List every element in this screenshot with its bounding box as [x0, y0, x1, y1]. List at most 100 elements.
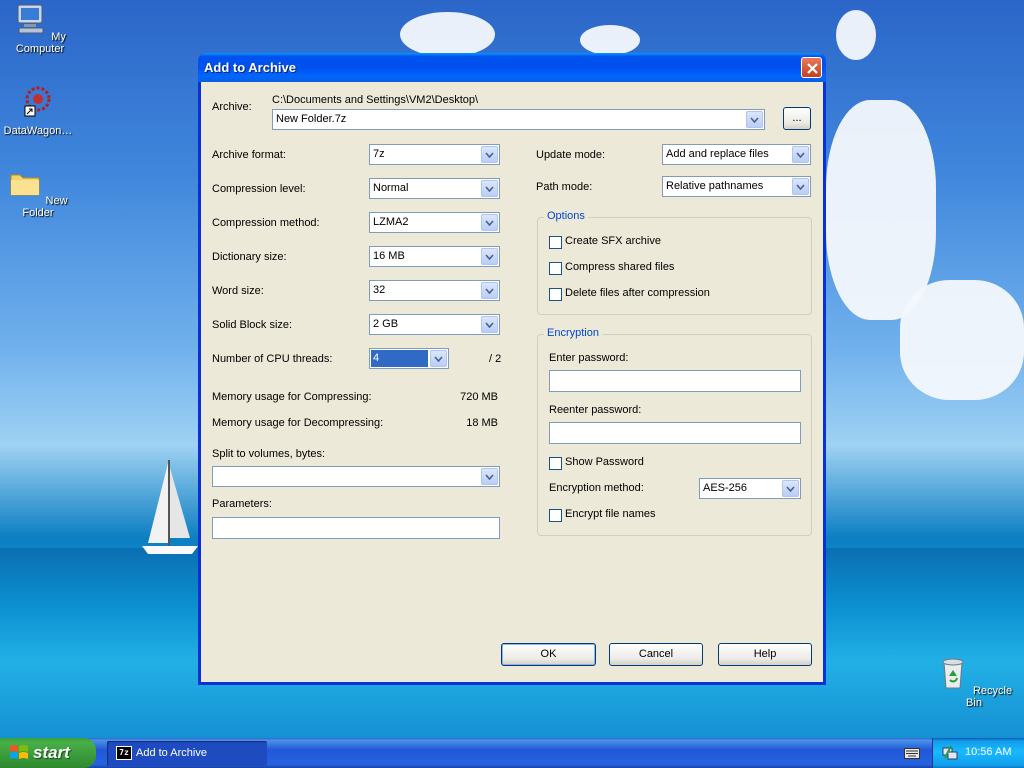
compression-level-select[interactable]: Normal: [369, 178, 500, 199]
chevron-down-icon[interactable]: [782, 480, 799, 497]
dictionary-size-select[interactable]: 16 MB: [369, 246, 500, 267]
desktop-icon-recycle-bin[interactable]: Recycle Bin: [934, 656, 1014, 709]
password-input[interactable]: [549, 370, 801, 392]
update-mode-select[interactable]: Add and replace files: [662, 144, 811, 165]
cloud-decoration: [826, 100, 936, 320]
memory-decompress-value: 18 MB: [466, 417, 498, 429]
update-mode-value: Add and replace files: [666, 148, 769, 160]
encrypt-names-label: Encrypt file names: [565, 508, 656, 520]
compression-method-value: LZMA2: [373, 216, 409, 228]
keyboard-icon[interactable]: [904, 748, 920, 759]
word-size-value: 32: [373, 284, 386, 296]
update-mode-label: Update mode:: [536, 149, 606, 161]
close-button[interactable]: [801, 57, 822, 78]
cloud-decoration: [400, 12, 495, 57]
create-sfx-checkbox[interactable]: [549, 236, 562, 249]
desktop-icon-label: DataWagon…: [3, 125, 73, 137]
taskbar-item-add-to-archive[interactable]: 7z Add to Archive: [107, 741, 267, 766]
archive-format-select[interactable]: 7z: [369, 144, 500, 165]
memory-compress-label: Memory usage for Compressing:: [212, 391, 372, 403]
folder-icon: [10, 174, 40, 196]
memory-compress-value: 720 MB: [460, 391, 498, 403]
archive-name-combo[interactable]: New Folder.7z: [272, 109, 765, 130]
desktop-icon-label: Recycle Bin: [966, 685, 1013, 709]
chevron-down-icon[interactable]: [481, 468, 498, 485]
compression-level-label: Compression level:: [212, 183, 306, 195]
chevron-down-icon[interactable]: [481, 146, 498, 163]
chevron-down-icon[interactable]: [792, 178, 809, 195]
start-button[interactable]: start: [0, 738, 96, 768]
cpu-threads-max: / 2: [489, 353, 502, 365]
reenter-password-input[interactable]: [549, 422, 801, 444]
word-size-select[interactable]: 32: [369, 280, 500, 301]
start-label: start: [33, 743, 70, 762]
solid-block-size-label: Solid Block size:: [212, 319, 293, 331]
parameters-label: Parameters:: [212, 498, 272, 510]
computer-icon: [17, 4, 44, 34]
desktop-icon-new-folder[interactable]: New Folder: [0, 166, 78, 219]
parameters-input[interactable]: [212, 517, 500, 539]
archive-name-value: New Folder.7z: [276, 113, 347, 125]
encryption-method-value: AES-256: [703, 482, 748, 494]
encryption-legend: Encryption: [544, 327, 602, 339]
desktop-icon-datawagon[interactable]: DataWagon…: [0, 84, 78, 137]
cpu-threads-value: 4: [371, 350, 428, 367]
dictionary-size-label: Dictionary size:: [212, 251, 287, 263]
chevron-down-icon[interactable]: [481, 214, 498, 231]
encryption-group: Encryption Enter password: Reenter passw…: [537, 327, 812, 536]
options-legend: Options: [544, 210, 588, 222]
sailboat-decoration: [142, 460, 198, 554]
encryption-method-label: Encryption method:: [549, 482, 644, 494]
help-button[interactable]: Help: [718, 643, 812, 666]
network-icon[interactable]: [942, 745, 958, 761]
split-volumes-combo[interactable]: [212, 466, 500, 487]
chevron-down-icon[interactable]: [481, 180, 498, 197]
path-mode-label: Path mode:: [536, 181, 593, 193]
dictionary-size-value: 16 MB: [373, 250, 405, 262]
compression-method-select[interactable]: LZMA2: [369, 212, 500, 233]
archive-format-value: 7z: [373, 148, 385, 160]
chevron-down-icon[interactable]: [481, 282, 498, 299]
chevron-down-icon[interactable]: [792, 146, 809, 163]
taskbar-item-label: Add to Archive: [136, 747, 207, 759]
memory-decompress-label: Memory usage for Decompressing:: [212, 417, 384, 429]
add-to-archive-dialog: Add to Archive Archive: C:\Documents and…: [198, 53, 826, 685]
chevron-down-icon[interactable]: [430, 350, 447, 367]
system-tray: 10:56 AM: [932, 738, 1024, 768]
chevron-down-icon[interactable]: [481, 316, 498, 333]
desktop-icon-my-computer[interactable]: My Computer: [0, 2, 80, 55]
cloud-decoration: [580, 25, 640, 55]
recycle-bin-icon: [942, 658, 964, 689]
compression-level-value: Normal: [373, 182, 409, 194]
clock[interactable]: 10:56 AM: [965, 746, 1011, 758]
compress-shared-label: Compress shared files: [565, 261, 675, 273]
browse-button[interactable]: ...: [783, 107, 811, 130]
window-title: Add to Archive: [204, 60, 296, 75]
archive-label: Archive:: [212, 101, 252, 113]
options-group: Options Create SFX archive Compress shar…: [537, 210, 812, 315]
encryption-method-select[interactable]: AES-256: [699, 478, 801, 499]
path-mode-select[interactable]: Relative pathnames: [662, 176, 811, 197]
chevron-down-icon[interactable]: [746, 111, 763, 128]
show-password-label: Show Password: [565, 456, 644, 468]
cpu-threads-select[interactable]: 4: [369, 348, 449, 369]
compression-method-label: Compression method:: [212, 217, 320, 229]
cpu-threads-label: Number of CPU threads:: [212, 353, 333, 365]
taskbar: start 7z Add to Archive 10:56 AM: [0, 738, 1024, 768]
path-mode-value: Relative pathnames: [666, 180, 764, 192]
encrypt-names-checkbox[interactable]: [549, 509, 562, 522]
archive-path: C:\Documents and Settings\VM2\Desktop\: [272, 94, 479, 106]
reenter-password-label: Reenter password:: [549, 404, 642, 416]
cancel-button[interactable]: Cancel: [609, 643, 703, 666]
title-bar[interactable]: Add to Archive: [198, 53, 826, 82]
delete-after-checkbox[interactable]: [549, 288, 562, 301]
ok-button[interactable]: OK: [501, 643, 596, 666]
enter-password-label: Enter password:: [549, 352, 629, 364]
cloud-decoration: [900, 280, 1024, 400]
show-password-checkbox[interactable]: [549, 457, 562, 470]
compress-shared-checkbox[interactable]: [549, 262, 562, 275]
delete-after-label: Delete files after compression: [565, 287, 710, 299]
solid-block-size-select[interactable]: 2 GB: [369, 314, 500, 335]
windows-logo-icon: [10, 745, 28, 759]
chevron-down-icon[interactable]: [481, 248, 498, 265]
